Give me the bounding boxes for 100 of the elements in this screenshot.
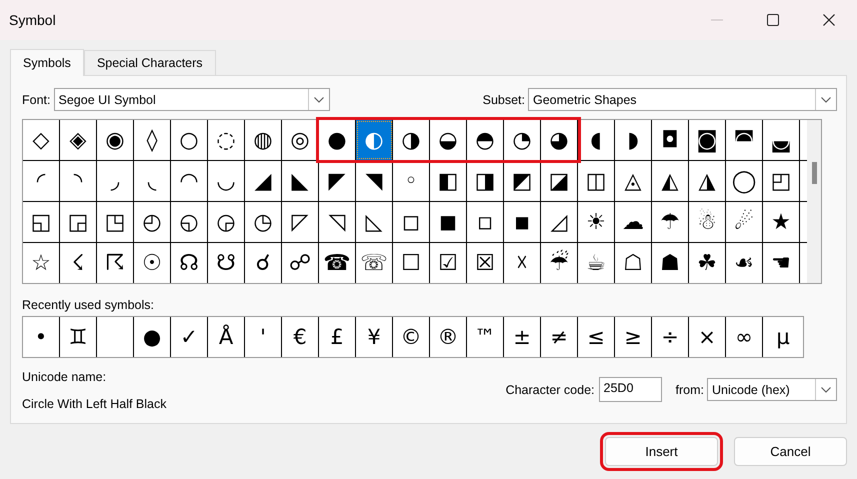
symbol-cell[interactable]: ☌: [245, 243, 282, 283]
symbol-cell[interactable]: ☉: [134, 243, 171, 283]
symbol-cell[interactable]: €: [282, 317, 319, 357]
symbol-cell[interactable]: ●: [134, 317, 171, 357]
symbol-cell[interactable]: ◥: [356, 161, 393, 201]
symbol-cell[interactable]: ☇: [60, 243, 97, 283]
symbol-cell[interactable]: ☖: [615, 243, 652, 283]
symbol-cell[interactable]: ☃: [689, 202, 726, 242]
symbol-cell[interactable]: ◨: [467, 161, 504, 201]
symbol-cell[interactable]: ◳: [97, 202, 134, 242]
symbol-cell[interactable]: ◍: [245, 120, 282, 160]
symbol-cell[interactable]: ☒: [467, 243, 504, 283]
symbol-cell[interactable]: ◴: [134, 202, 171, 242]
cancel-button[interactable]: Cancel: [734, 437, 847, 466]
symbol-cell[interactable]: ◾: [504, 202, 541, 242]
symbol-cell[interactable]: ☑: [430, 243, 467, 283]
symbol-cell[interactable]: ™: [467, 317, 504, 357]
symbol-cell[interactable]: ◚: [726, 120, 763, 160]
symbol-cell[interactable]: ◤: [319, 161, 356, 201]
symbol-cell[interactable]: ◹: [319, 202, 356, 242]
symbol-cell[interactable]: ☍: [282, 243, 319, 283]
character-code-field[interactable]: 25D0: [598, 377, 662, 402]
tab[interactable]: Symbols: [10, 49, 84, 76]
symbol-cell[interactable]: ✓: [171, 317, 208, 357]
symbol-cell[interactable]: ◭: [652, 161, 689, 201]
symbol-cell[interactable]: ◓: [467, 120, 504, 160]
from-dropdown[interactable]: Unicode (hex): [707, 378, 837, 401]
symbol-cell[interactable]: ◱: [23, 202, 60, 242]
symbol-cell[interactable]: ◟: [134, 161, 171, 201]
symbol-cell[interactable]: ☗: [652, 243, 689, 283]
symbol-cell[interactable]: ≤: [578, 317, 615, 357]
symbol-cell[interactable]: ◧: [430, 161, 467, 201]
symbol-cell[interactable]: ☔: [541, 243, 578, 283]
symbol-cell[interactable]: ◻: [393, 202, 430, 242]
tab[interactable]: Special Characters: [84, 50, 216, 75]
symbol-cell[interactable]: ±: [504, 317, 541, 357]
symbol-cell[interactable]: ☋: [208, 243, 245, 283]
symbol-cell[interactable]: ◲: [60, 202, 97, 242]
symbol-cell[interactable]: ◈: [60, 120, 97, 160]
symbol-cell[interactable]: ◶: [208, 202, 245, 242]
symbol-cell[interactable]: ◛: [763, 120, 800, 160]
symbol-cell[interactable]: ◩: [504, 161, 541, 201]
symbol-cell[interactable]: ◇: [23, 120, 60, 160]
symbol-cell[interactable]: ☀: [578, 202, 615, 242]
symbol-cell[interactable]: ∞: [726, 317, 763, 357]
symbol-cell[interactable]: ◰: [763, 161, 800, 201]
symbol-cell[interactable]: ◷: [245, 202, 282, 242]
symbol-cell[interactable]: μ: [763, 317, 803, 357]
symbol-cell[interactable]: ☂: [652, 202, 689, 242]
symbol-cell[interactable]: ◞: [97, 161, 134, 201]
symbol-cell[interactable]: ☏: [356, 243, 393, 283]
symbol-cell[interactable]: ◮: [689, 161, 726, 201]
symbol-cell[interactable]: ◵: [171, 202, 208, 242]
maximize-icon[interactable]: [767, 14, 779, 26]
symbol-cell[interactable]: ◊: [134, 120, 171, 160]
symbol-cell[interactable]: ¥: [356, 317, 393, 357]
symbol-cell[interactable]: ◝: [60, 161, 97, 201]
symbol-cell[interactable]: ☆: [23, 243, 60, 283]
symbol-cell[interactable]: ◌: [208, 120, 245, 160]
symbol-cell[interactable]: ◕: [541, 120, 578, 160]
symbol-cell[interactable]: ◣: [282, 161, 319, 201]
symbol-cell[interactable]: ☊: [171, 243, 208, 283]
symbol-cell[interactable]: ☎: [319, 243, 356, 283]
symbol-cell[interactable]: ◺: [356, 202, 393, 242]
symbol-cell[interactable]: ©: [393, 317, 430, 357]
symbol-cell[interactable]: ◪: [541, 161, 578, 201]
symbol-cell[interactable]: ☄: [726, 202, 763, 242]
symbol-cell[interactable]: ♊: [60, 317, 97, 357]
symbol-cell[interactable]: ◔: [504, 120, 541, 160]
symbol-cell[interactable]: ☐: [393, 243, 430, 283]
symbol-cell[interactable]: ◉: [97, 120, 134, 160]
symbol-cell[interactable]: ◐: [356, 120, 393, 160]
symbol-cell[interactable]: ☚: [763, 243, 800, 283]
symbol-cell[interactable]: ☓: [504, 243, 541, 283]
symbol-cell[interactable]: ○: [171, 120, 208, 160]
symbol-cell[interactable]: ◒: [430, 120, 467, 160]
symbol-cell[interactable]: ◖: [578, 120, 615, 160]
scrollbar[interactable]: [807, 120, 821, 283]
symbol-cell[interactable]: ≥: [615, 317, 652, 357]
symbol-cell[interactable]: ◘: [652, 120, 689, 160]
symbol-cell[interactable]: £: [319, 317, 356, 357]
symbol-cell[interactable]: ◙: [689, 120, 726, 160]
symbol-cell[interactable]: ◑: [393, 120, 430, 160]
symbol-cell[interactable]: Å: [208, 317, 245, 357]
symbol-cell[interactable]: ': [245, 317, 282, 357]
font-dropdown[interactable]: Segoe UI Symbol: [54, 88, 330, 111]
symbol-cell[interactable]: ◗: [615, 120, 652, 160]
symbol-cell[interactable]: ◸: [282, 202, 319, 242]
symbol-cell[interactable]: ÷: [652, 317, 689, 357]
symbol-cell[interactable]: ★: [763, 202, 800, 242]
symbol-cell[interactable]: ☕: [578, 243, 615, 283]
symbol-cell[interactable]: ◽: [467, 202, 504, 242]
symbol-cell[interactable]: ☈: [97, 243, 134, 283]
symbol-cell[interactable]: ◬: [615, 161, 652, 201]
symbol-cell[interactable]: ×: [689, 317, 726, 357]
symbol-cell[interactable]: ◜: [23, 161, 60, 201]
symbol-cell[interactable]: •: [23, 317, 60, 357]
symbol-cell[interactable]: ◼: [430, 202, 467, 242]
symbol-cell[interactable]: ◿: [541, 202, 578, 242]
symbol-cell[interactable]: ≠: [541, 317, 578, 357]
